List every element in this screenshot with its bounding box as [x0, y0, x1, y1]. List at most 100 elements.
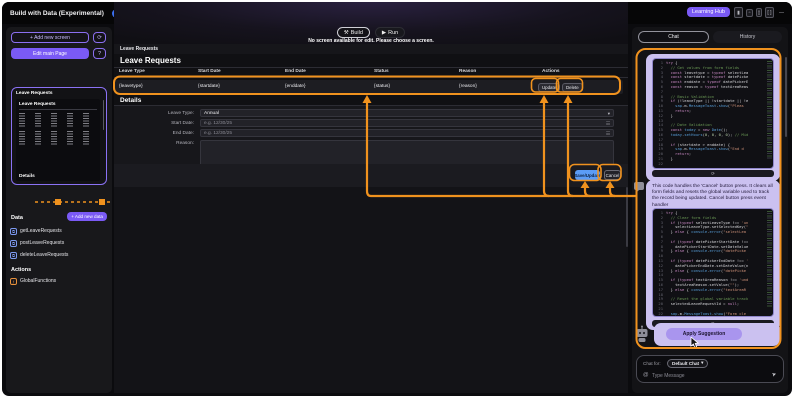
empty-canvas-area — [114, 187, 628, 393]
chat-selector[interactable]: Default Chat▾ — [667, 359, 708, 368]
chat-panel: Chat History 1try {2 // Get values from … — [632, 27, 788, 393]
actions-list: ƒGlobalFunctions — [6, 275, 112, 287]
end-date-input[interactable]: e.g. 12/30/25 ☷ — [200, 129, 614, 137]
cancel-button[interactable]: Cancel — [604, 170, 621, 180]
left-sidebar: + Add new screen ⟳ Edit main Page ? Leav… — [6, 27, 112, 393]
chevron-down-icon: ▾ — [608, 111, 610, 117]
tab-chat[interactable]: Chat — [638, 31, 709, 43]
code-minimap — [767, 61, 772, 159]
robot-icon — [635, 325, 649, 343]
desktop-view-icon[interactable]: ▮ — [734, 7, 743, 18]
learning-hub-button[interactable]: Learning Hub — [687, 7, 730, 17]
help-icon[interactable]: ? — [93, 48, 106, 59]
code-lines-1: 1try {2 // Get values from form fields3 … — [653, 59, 773, 167]
apply-suggestion-container: Apply Suggestion — [654, 323, 780, 346]
code-lines-2: 1try {2 // Clear form fields3 if (typeof… — [653, 209, 773, 317]
thumbnail-details-label: Details — [19, 174, 35, 179]
chat-message-code-2: This code handles the 'Cancel' button pr… — [646, 180, 780, 330]
send-icon[interactable]: ➤ — [772, 371, 778, 378]
actions-section-header: Actions — [11, 267, 31, 273]
code-block-1[interactable]: 1try {2 // Get values from form fields3 … — [652, 58, 774, 169]
mobile-view-icon[interactable]: ▯ — [756, 8, 762, 17]
build-icon: ⚒ — [344, 30, 349, 36]
canvas-header-area: ⚒Build ▶Run No screen available for edit… — [114, 2, 628, 44]
leave-type-select[interactable]: Annual ▾ — [200, 109, 614, 117]
api-icon: ⧉ — [10, 240, 17, 247]
start-date-label: Start Date: — [114, 121, 194, 126]
screen-thumbnail[interactable]: Leave Requests Details — [16, 99, 100, 181]
table-header-cell: Actions — [542, 69, 560, 74]
chat-scrollbar[interactable] — [785, 57, 787, 137]
table-row-cell: {enddate} — [285, 84, 306, 89]
view-controls: ▮ ▫ ▯ [ ] — — [734, 7, 786, 18]
table-header-cell: Leave Type — [119, 69, 145, 74]
table-header-cell: Reason — [459, 69, 476, 74]
regenerate-icon[interactable]: ⟳ — [711, 171, 715, 177]
app-window: Build with Data (Experimental) ⟳Reset th… — [2, 2, 792, 396]
sidebar-data-item[interactable]: ⧉deleteLeaveRequests — [6, 249, 112, 261]
table-header-row: Leave Type Start Date End Date Status Reason… — [114, 68, 628, 77]
refresh-screens-icon[interactable]: ⟳ — [93, 32, 106, 43]
end-date-label: End Date: — [114, 131, 194, 136]
table-header-cell: Status — [374, 69, 389, 74]
fullscreen-icon[interactable]: [ ] — [765, 7, 774, 18]
sidebar-data-item[interactable]: ⧉getLeaveRequests — [6, 225, 112, 237]
edit-main-page-button[interactable]: Edit main Page — [11, 48, 89, 59]
assistant-chat-bubble-icon — [634, 182, 644, 190]
chat-for-label: Chat for: — [643, 361, 661, 366]
code-block-2[interactable]: 1try {2 // Clear form fields3 if (typeof… — [652, 208, 774, 317]
data-section-header: Data — [11, 215, 23, 221]
reason-label: Reason: — [114, 141, 194, 146]
design-canvas: Leave Requests Leave Requests Leave Type… — [114, 44, 628, 393]
sidebar-data-item[interactable]: ⧉postLeaveRequests — [6, 237, 112, 249]
screen-breadcrumb: Leave Requests — [114, 44, 628, 54]
leave-type-label: Leave Type: — [114, 111, 194, 116]
apply-suggestion-button[interactable]: Apply Suggestion — [666, 328, 742, 340]
canvas-scrollbar[interactable] — [626, 187, 628, 247]
chat-input-container: Chat for: Default Chat▾ @ Type Message ➤ — [636, 355, 784, 383]
row-delete-button[interactable]: Delete — [562, 83, 583, 92]
screen-tree-title: Leave Requests — [12, 88, 106, 96]
chevron-down-icon: ▾ — [701, 360, 703, 366]
minimize-icon[interactable]: — — [777, 7, 786, 18]
add-new-data-button[interactable]: + Add new data — [67, 212, 107, 221]
table-row-cell: {reason} — [459, 84, 477, 89]
table-row-cell: {status} — [374, 84, 390, 89]
save-update-button[interactable]: Save/Update — [575, 170, 600, 180]
sidebar-action-item[interactable]: ƒGlobalFunctions — [6, 275, 112, 287]
function-icon: ƒ — [10, 278, 17, 285]
table-header-cell: End Date — [285, 69, 306, 74]
run-button[interactable]: ▶Run — [375, 27, 405, 38]
tab-history[interactable]: History — [713, 31, 782, 43]
add-new-screen-button[interactable]: + Add new screen — [11, 32, 89, 43]
mention-icon[interactable]: @ — [643, 372, 649, 378]
table-row-cell: {leavetype} — [119, 84, 143, 89]
build-button[interactable]: ⚒Build — [337, 27, 370, 38]
chat-message-code-1: 1try {2 // Get values from form fields3 … — [646, 54, 780, 181]
calendar-icon[interactable]: ☷ — [606, 121, 610, 127]
details-title: Details — [120, 97, 141, 104]
row-update-button[interactable]: Update — [538, 83, 560, 92]
start-date-input[interactable]: e.g. 12/30/25 ☷ — [200, 119, 614, 127]
page-title: Leave Requests — [120, 56, 181, 65]
code-minimap — [767, 211, 772, 307]
api-icon: ⧉ — [10, 228, 17, 235]
form-button-strip: Save/Update Cancel — [114, 164, 628, 187]
thumbnail-table — [19, 113, 97, 145]
play-icon: ▶ — [382, 30, 386, 36]
thumbnail-title: Leave Requests — [19, 102, 97, 110]
thumbnail-scrollbar[interactable] — [103, 100, 105, 130]
cursor-icon — [690, 337, 700, 349]
api-icon: ⧉ — [10, 252, 17, 259]
app-title: Build with Data (Experimental) — [10, 10, 104, 17]
calendar-icon[interactable]: ☷ — [606, 131, 610, 137]
table-row[interactable]: Update Delete {leavetype} {startdate} {end… — [115, 80, 623, 94]
screen-tree-panel[interactable]: Leave Requests Leave Requests Details — [11, 87, 107, 185]
code-action-bar[interactable]: ⟳ — [652, 170, 774, 177]
message-input[interactable]: Type Message — [652, 373, 685, 379]
assistant-message-text: This code handles the 'Cancel' button pr… — [652, 184, 774, 209]
tablet-view-icon[interactable]: ▫ — [746, 9, 753, 17]
table-header-cell: Start Date — [198, 69, 221, 74]
data-list: ⧉getLeaveRequests⧉postLeaveRequests⧉dele… — [6, 225, 112, 261]
table-row-cell: {startdate} — [198, 84, 220, 89]
